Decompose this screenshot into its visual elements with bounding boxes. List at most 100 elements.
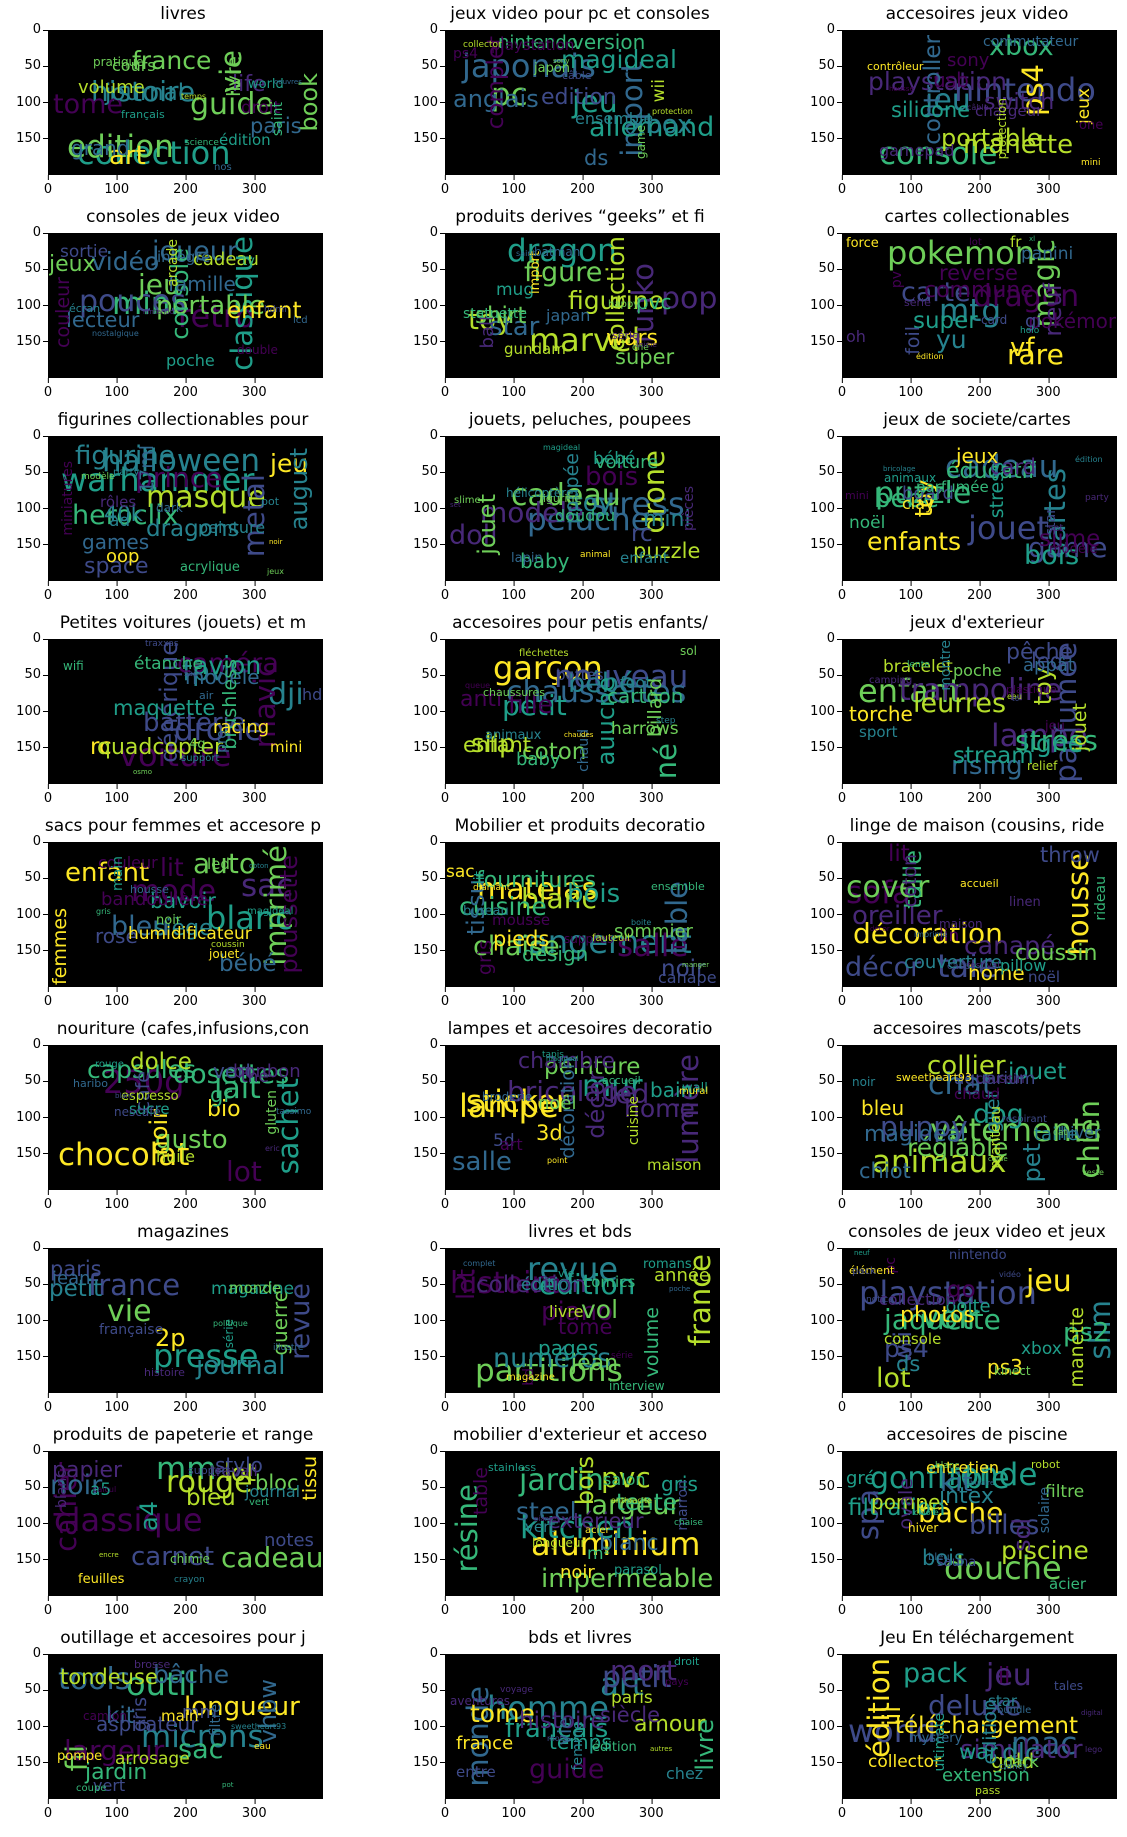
cloud-word: oreiller	[852, 901, 943, 931]
y-tick-label: 50	[24, 870, 48, 886]
cloud-word: brosse	[134, 1658, 171, 1671]
cloud-word: paris	[611, 1688, 653, 1708]
x-tick-label: 100	[898, 784, 924, 806]
y-tick-label: 150	[16, 130, 48, 146]
wordcloud-plot: rangement salle matelas table blanc chaise boi…	[445, 842, 720, 987]
cloud-word: édition	[1075, 455, 1103, 464]
cloud-word: acier	[585, 1525, 610, 1536]
wordcloud-panel: lampes et accesoires decoratio lampe stick…	[400, 1019, 760, 1219]
wordcloud-panel: accesoires de piscine douche ronde gonflabl…	[797, 1425, 1127, 1625]
cloud-word: haribo	[73, 1077, 109, 1090]
cloud-word: august	[285, 448, 313, 531]
cloud-word: animal	[580, 550, 611, 560]
y-tick-label: 100	[16, 1109, 48, 1125]
cloud-word: noir	[852, 1075, 876, 1089]
cloud-word: metal	[237, 474, 271, 558]
cloud-word: pièces	[681, 486, 697, 531]
x-tick-label: 300	[241, 1190, 267, 1212]
cloud-word: ensemble	[651, 880, 705, 893]
panel-title: accesoires pour petis enfants/	[452, 613, 708, 633]
wordcloud-plot: presse vie france revue journal 2p petit paris g…	[48, 1248, 323, 1393]
x-tick-label: 100	[501, 987, 527, 1009]
cloud-word: camion	[83, 1709, 127, 1723]
cloud-word: oop	[106, 546, 140, 567]
panel-title: accesoires jeux video	[885, 4, 1069, 24]
cloud-word: pro	[214, 730, 230, 753]
y-tick-label: 100	[413, 94, 445, 110]
cloud-word: console	[884, 1330, 942, 1348]
y-tick-label: 150	[413, 942, 445, 958]
cloud-word: blanc	[935, 1461, 960, 1471]
cloud-word: pack	[852, 1266, 876, 1277]
wordcloud-panel: jeux de societe/cartes jouet cadeau puzzle c…	[797, 410, 1127, 610]
cloud-word: gré	[846, 1468, 876, 1489]
wordcloud-panel: jouets, peluches, poupees stress peluche ca…	[400, 410, 760, 610]
cloud-word: foil	[902, 326, 924, 355]
cloud-word: lot	[226, 1155, 262, 1188]
y-tick-label: 0	[32, 1037, 49, 1052]
cloud-word: interview	[609, 1379, 665, 1393]
cloud-word: happy	[608, 299, 640, 310]
x-tick-label: 200	[173, 581, 198, 603]
cloud-word: voyage	[500, 1685, 533, 1695]
cloud-word: sport	[859, 723, 898, 741]
cloud-word: housse	[889, 85, 914, 93]
cloud-word: acrylique	[180, 560, 240, 575]
cloud-word: pompe	[57, 1749, 103, 1764]
cloud-word: batman	[534, 245, 581, 259]
wordcloud-plot: revue partitions histoire france edition numé…	[445, 1248, 720, 1393]
x-tick-label: 300	[1035, 1596, 1061, 1618]
cloud-word: siècle	[600, 1703, 660, 1727]
x-tick-label: 300	[638, 378, 664, 400]
panel-title: livres	[160, 4, 206, 24]
x-tick-label: 100	[501, 1799, 527, 1821]
cloud-word: câble	[562, 69, 592, 82]
y-tick-label: 150	[810, 1551, 842, 1567]
cloud-word: magideal	[546, 1055, 579, 1063]
cloud-word: livre	[223, 56, 245, 97]
cloud-word: lente	[907, 660, 930, 670]
cloud-word: pack	[903, 1658, 968, 1689]
cloud-word: jouet	[1069, 703, 1091, 752]
cloud-word: autres	[650, 1745, 673, 1753]
x-tick-label: 200	[967, 378, 992, 400]
cloud-word: imprimé	[914, 930, 948, 939]
cloud-word: bricolage	[883, 465, 916, 473]
y-tick-label: 0	[32, 225, 49, 240]
x-tick-label: 300	[241, 1799, 267, 1821]
cloud-word: chaudes	[564, 731, 594, 739]
cloud-word: lego	[1085, 1745, 1103, 1754]
y-tick-label: 50	[24, 1073, 48, 1089]
y-tick-label: 0	[826, 1240, 843, 1255]
cloud-word: noël	[1028, 968, 1061, 986]
x-tick-label: 0	[837, 1393, 847, 1415]
y-tick-label: 0	[826, 428, 843, 443]
cloud-word: bleu	[186, 1485, 236, 1511]
cloud-word: sac	[184, 669, 198, 678]
y-tick-label: 0	[32, 834, 49, 849]
cloud-word: chaussures	[483, 686, 545, 699]
cloud-word: femmes	[49, 908, 71, 985]
x-tick-label: 100	[898, 581, 924, 603]
cloud-word: science	[185, 138, 219, 148]
wordcloud-plot: warhammer halloween masque metal prince heroc…	[48, 436, 323, 581]
cloud-word: stainless	[488, 1461, 537, 1474]
cloud-word: sweetheart93	[231, 1722, 287, 1731]
wordcloud-plot: garçon nouveau chaussettes né petit bébé slip f…	[445, 639, 720, 784]
x-tick-label: 200	[173, 175, 198, 197]
x-tick-label: 200	[173, 378, 198, 400]
cloud-word: monde	[229, 1279, 282, 1297]
cloud-word: jeu	[1045, 719, 1065, 734]
cloud-word: coussin	[211, 940, 245, 950]
wordcloud-plot: classique mm rouge cahier cadeau noir carnet lo…	[48, 1451, 323, 1596]
y-tick-label: 50	[421, 464, 445, 480]
cloud-word: femme	[570, 1721, 586, 1771]
wordcloud-panel: produits de papeterie et range classique m…	[3, 1425, 363, 1625]
cloud-word: bleu	[861, 1096, 905, 1120]
cloud-word: france	[456, 1733, 514, 1754]
cloud-word: collector	[868, 1752, 942, 1772]
cloud-word: sac	[446, 862, 475, 882]
x-tick-label: 100	[898, 1799, 924, 1821]
y-tick-label: 50	[421, 870, 445, 886]
x-tick-label: 300	[638, 784, 664, 806]
